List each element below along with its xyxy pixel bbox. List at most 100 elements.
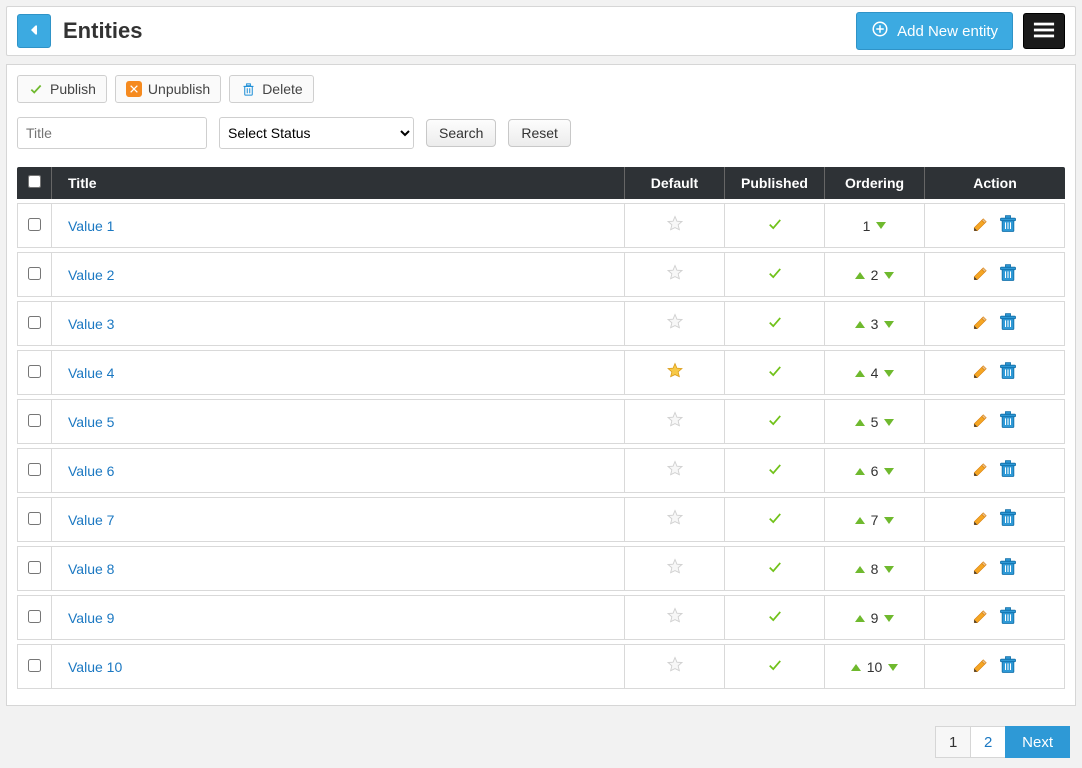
reset-button[interactable]: Reset (508, 119, 571, 147)
row-checkbox[interactable] (28, 463, 41, 476)
star-empty-icon[interactable] (666, 220, 684, 236)
page-number[interactable]: 1 (935, 726, 971, 758)
published-check-icon[interactable] (766, 561, 784, 577)
published-check-icon[interactable] (766, 414, 784, 430)
order-down-icon[interactable] (884, 321, 894, 328)
publish-button[interactable]: Publish (17, 75, 107, 103)
delete-row-icon[interactable] (998, 606, 1018, 629)
entity-title-link[interactable]: Value 3 (68, 316, 114, 332)
col-published: Published (725, 167, 825, 199)
published-check-icon[interactable] (766, 659, 784, 675)
published-check-icon[interactable] (766, 610, 784, 626)
row-checkbox[interactable] (28, 267, 41, 280)
entity-title-link[interactable]: Value 10 (68, 659, 122, 675)
published-check-icon[interactable] (766, 218, 784, 234)
back-button[interactable] (17, 14, 51, 48)
edit-icon[interactable] (972, 264, 990, 285)
row-checkbox[interactable] (28, 414, 41, 427)
action-toolbar: Publish Unpublish Delete (17, 75, 1065, 103)
edit-icon[interactable] (972, 313, 990, 334)
row-checkbox[interactable] (28, 365, 41, 378)
row-checkbox[interactable] (28, 561, 41, 574)
order-down-icon[interactable] (884, 370, 894, 377)
publish-label: Publish (50, 81, 96, 97)
order-down-icon[interactable] (888, 664, 898, 671)
entity-title-link[interactable]: Value 8 (68, 561, 114, 577)
add-new-entity-button[interactable]: Add New entity (856, 12, 1013, 50)
edit-icon[interactable] (972, 509, 990, 530)
order-down-icon[interactable] (884, 468, 894, 475)
edit-icon[interactable] (972, 460, 990, 481)
order-down-icon[interactable] (884, 419, 894, 426)
title-filter-input[interactable] (17, 117, 207, 149)
row-checkbox[interactable] (28, 512, 41, 525)
delete-row-icon[interactable] (998, 214, 1018, 237)
order-down-icon[interactable] (884, 615, 894, 622)
entity-title-link[interactable]: Value 2 (68, 267, 114, 283)
edit-icon[interactable] (972, 215, 990, 236)
unpublish-button[interactable]: Unpublish (115, 75, 221, 103)
order-up-icon[interactable] (851, 664, 861, 671)
order-number: 5 (871, 414, 879, 430)
order-down-icon[interactable] (884, 566, 894, 573)
order-up-icon[interactable] (855, 468, 865, 475)
star-empty-icon[interactable] (666, 465, 684, 481)
published-check-icon[interactable] (766, 316, 784, 332)
order-down-icon[interactable] (884, 272, 894, 279)
entity-title-link[interactable]: Value 5 (68, 414, 114, 430)
edit-icon[interactable] (972, 607, 990, 628)
row-checkbox[interactable] (28, 316, 41, 329)
edit-icon[interactable] (972, 558, 990, 579)
entity-title-link[interactable]: Value 1 (68, 218, 114, 234)
order-up-icon[interactable] (855, 321, 865, 328)
entity-title-link[interactable]: Value 9 (68, 610, 114, 626)
edit-icon[interactable] (972, 411, 990, 432)
published-check-icon[interactable] (766, 365, 784, 381)
search-button[interactable]: Search (426, 119, 496, 147)
published-check-icon[interactable] (766, 463, 784, 479)
star-empty-icon[interactable] (666, 563, 684, 579)
delete-row-icon[interactable] (998, 459, 1018, 482)
entity-title-link[interactable]: Value 4 (68, 365, 114, 381)
menu-button[interactable] (1023, 13, 1065, 49)
order-up-icon[interactable] (855, 615, 865, 622)
delete-row-icon[interactable] (998, 361, 1018, 384)
row-checkbox[interactable] (28, 610, 41, 623)
row-checkbox[interactable] (28, 218, 41, 231)
order-up-icon[interactable] (855, 517, 865, 524)
star-empty-icon[interactable] (666, 514, 684, 530)
star-empty-icon[interactable] (666, 269, 684, 285)
status-filter-select[interactable]: Select Status (219, 117, 414, 149)
edit-icon[interactable] (972, 362, 990, 383)
select-all-checkbox[interactable] (28, 175, 41, 188)
delete-row-icon[interactable] (998, 410, 1018, 433)
order-down-icon[interactable] (876, 222, 886, 229)
page-next-button[interactable]: Next (1005, 726, 1070, 758)
delete-button[interactable]: Delete (229, 75, 313, 103)
star-filled-icon[interactable] (666, 367, 684, 383)
entity-title-link[interactable]: Value 7 (68, 512, 114, 528)
star-empty-icon[interactable] (666, 612, 684, 628)
page-number[interactable]: 2 (970, 726, 1006, 758)
table-row: Value 22 (17, 252, 1065, 297)
x-icon (126, 81, 142, 97)
entities-table: Title Default Published Ordering Action … (17, 163, 1065, 693)
delete-row-icon[interactable] (998, 655, 1018, 678)
delete-row-icon[interactable] (998, 557, 1018, 580)
published-check-icon[interactable] (766, 267, 784, 283)
row-checkbox[interactable] (28, 659, 41, 672)
star-empty-icon[interactable] (666, 416, 684, 432)
edit-icon[interactable] (972, 656, 990, 677)
order-up-icon[interactable] (855, 370, 865, 377)
star-empty-icon[interactable] (666, 318, 684, 334)
order-up-icon[interactable] (855, 419, 865, 426)
order-up-icon[interactable] (855, 566, 865, 573)
order-down-icon[interactable] (884, 517, 894, 524)
star-empty-icon[interactable] (666, 661, 684, 677)
order-up-icon[interactable] (855, 272, 865, 279)
published-check-icon[interactable] (766, 512, 784, 528)
delete-row-icon[interactable] (998, 508, 1018, 531)
delete-row-icon[interactable] (998, 312, 1018, 335)
delete-row-icon[interactable] (998, 263, 1018, 286)
entity-title-link[interactable]: Value 6 (68, 463, 114, 479)
